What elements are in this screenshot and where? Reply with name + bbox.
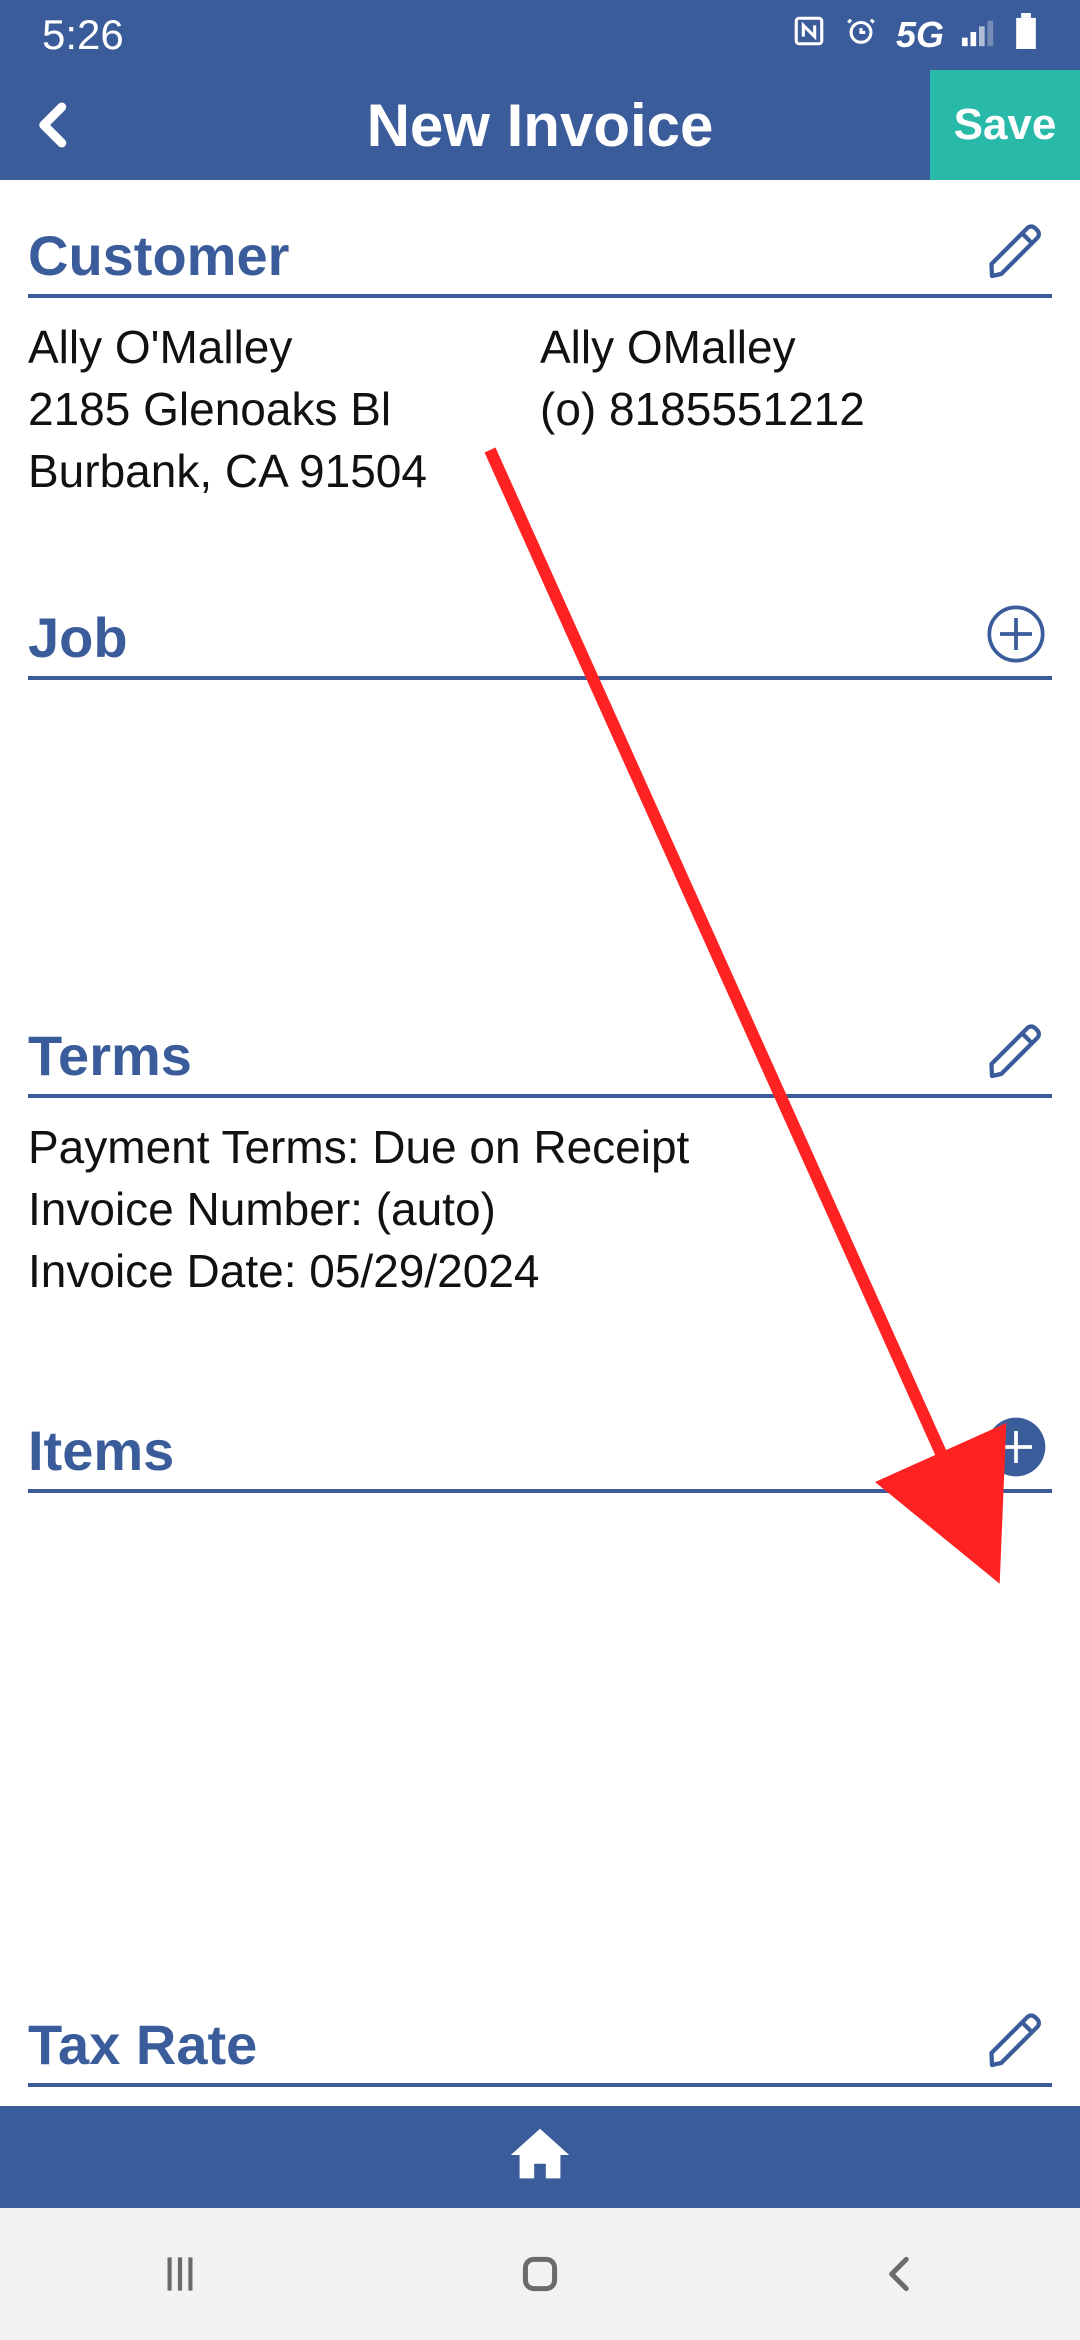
alarm-icon — [844, 14, 878, 57]
customer-section-header: Customer — [28, 216, 1052, 298]
status-bar: 5:26 5G — [0, 0, 1080, 70]
plus-icon — [984, 602, 1048, 666]
nav-home-button[interactable] — [450, 2239, 630, 2309]
content-area: Customer Ally O'Malley 2185 Glenoaks Bl … — [0, 180, 1080, 2208]
android-nav-bar — [0, 2208, 1080, 2340]
bottom-home-bar — [0, 2106, 1080, 2208]
add-item-button[interactable] — [980, 1411, 1052, 1483]
pencil-icon — [984, 1020, 1048, 1084]
job-title: Job — [28, 605, 128, 670]
customer-name: Ally O'Malley — [28, 316, 540, 378]
customer-phone: (o) 8185551212 — [540, 378, 1052, 440]
nav-recents-button[interactable] — [90, 2239, 270, 2309]
back-button[interactable] — [10, 80, 100, 170]
customer-body: Ally O'Malley 2185 Glenoaks Bl Burbank, … — [28, 298, 1052, 502]
customer-address-line1: 2185 Glenoaks Bl — [28, 378, 540, 440]
terms-payment: Payment Terms: Due on Receipt — [28, 1116, 1052, 1178]
terms-invoice-date: Invoice Date: 05/29/2024 — [28, 1240, 1052, 1302]
terms-body: Payment Terms: Due on Receipt Invoice Nu… — [28, 1098, 1052, 1302]
network-type-label: 5G — [896, 14, 944, 56]
nav-home-icon — [515, 2249, 565, 2299]
tax-rate-section-header: Tax Rate — [28, 2005, 1052, 2087]
customer-title: Customer — [28, 223, 289, 288]
items-section-header: Items — [28, 1411, 1052, 1493]
edit-customer-button[interactable] — [980, 216, 1052, 288]
edit-terms-button[interactable] — [980, 1016, 1052, 1088]
home-icon — [505, 2120, 575, 2190]
nav-back-icon — [875, 2249, 925, 2299]
customer-contact-name: Ally OMalley — [540, 316, 1052, 378]
nav-back-button[interactable] — [810, 2239, 990, 2309]
add-job-button[interactable] — [980, 598, 1052, 670]
signal-icon — [962, 14, 996, 56]
nfc-icon — [792, 14, 826, 57]
items-body-empty — [28, 1493, 1052, 1969]
save-button[interactable]: Save — [930, 70, 1080, 180]
battery-icon — [1014, 13, 1038, 58]
app-bar: New Invoice Save — [0, 70, 1080, 180]
status-right: 5G — [792, 13, 1038, 58]
terms-section-header: Terms — [28, 1016, 1052, 1098]
home-button[interactable] — [505, 2120, 575, 2195]
job-body-empty — [28, 680, 1052, 980]
customer-address-line2: Burbank, CA 91504 — [28, 440, 540, 502]
job-section-header: Job — [28, 598, 1052, 680]
page-title: New Invoice — [0, 91, 1080, 160]
plus-filled-icon — [984, 1415, 1048, 1479]
terms-title: Terms — [28, 1023, 192, 1088]
pencil-icon — [984, 2009, 1048, 2073]
edit-tax-rate-button[interactable] — [980, 2005, 1052, 2077]
recents-icon — [155, 2249, 205, 2299]
customer-right-col: Ally OMalley (o) 8185551212 — [540, 316, 1052, 502]
customer-left-col: Ally O'Malley 2185 Glenoaks Bl Burbank, … — [28, 316, 540, 502]
tax-rate-title: Tax Rate — [28, 2012, 257, 2077]
terms-invoice-number: Invoice Number: (auto) — [28, 1178, 1052, 1240]
items-title: Items — [28, 1418, 174, 1483]
pencil-icon — [984, 220, 1048, 284]
status-time: 5:26 — [42, 11, 124, 59]
